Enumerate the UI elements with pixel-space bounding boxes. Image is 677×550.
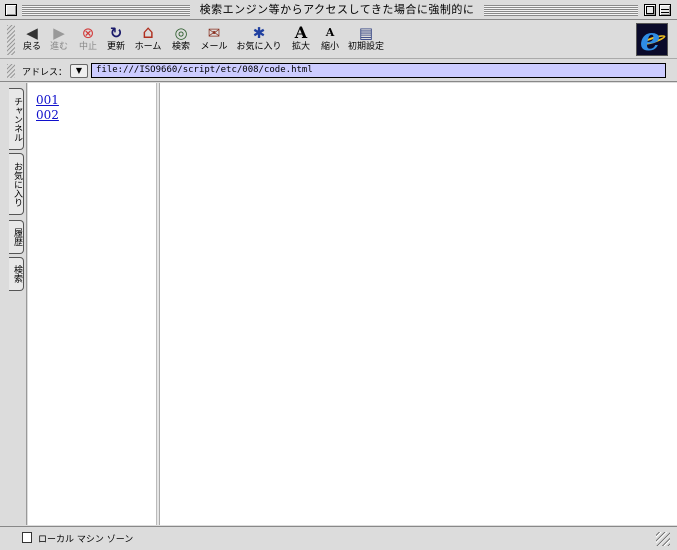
window-title: 検索エンジン等からアクセスしてきた場合に強制的に (199, 3, 475, 16)
zone-icon (22, 532, 32, 543)
collapse-box[interactable] (659, 4, 671, 16)
back-arrow-icon: ◀ (26, 24, 38, 42)
tab-search[interactable]: 検索 (9, 257, 24, 291)
chevron-down-icon: ▼ (75, 66, 83, 75)
tab-history[interactable]: 履歴 (9, 220, 24, 254)
tab-favorites[interactable]: お気に入り (9, 153, 24, 215)
status-bar: ローカル マシン ゾーン (0, 526, 677, 550)
title-bar[interactable]: 検索エンジン等からアクセスしてきた場合に強制的に (0, 0, 677, 20)
refresh-icon: ↻ (109, 24, 123, 42)
left-frame: 001 002 (28, 83, 157, 525)
preferences-button[interactable]: ▤ 初期設定 (346, 23, 386, 57)
ie-e-icon: e (640, 20, 661, 58)
preferences-icon: ▤ (358, 24, 374, 42)
title-stripes-left (22, 5, 190, 16)
mail-icon: ✉ (207, 24, 221, 42)
text-larger-icon: A (294, 23, 308, 42)
address-input[interactable]: file:///ISO9660/script/etc/008/code.html (91, 63, 666, 78)
mail-button[interactable]: ✉ メール (198, 23, 230, 57)
text-larger-button[interactable]: A 拡大 (288, 23, 314, 57)
search-button[interactable]: ◎ 検索 (168, 23, 194, 57)
stop-icon: ⊗ (81, 24, 95, 42)
right-frame (160, 83, 677, 525)
home-icon: ⌂ (142, 22, 154, 43)
back-button[interactable]: ◀ 戻る (20, 23, 44, 57)
tab-channels[interactable]: チャンネル (9, 88, 24, 150)
forward-button[interactable]: ▶ 進む (47, 23, 71, 57)
forward-arrow-icon: ▶ (53, 24, 65, 42)
favorites-button[interactable]: ✱ お気に入り (234, 23, 284, 57)
link-001[interactable]: 001 (36, 93, 59, 108)
resize-grip-icon[interactable] (656, 532, 670, 546)
favorites-icon: ✱ (252, 24, 266, 42)
security-zone-text: ローカル マシン ゾーン (38, 535, 134, 545)
explorer-bar-tabs: チャンネル お気に入り 履歴 検索 (0, 83, 27, 525)
text-smaller-button[interactable]: A 縮小 (317, 23, 343, 57)
link-002[interactable]: 002 (36, 108, 59, 123)
toolbar: ◀ 戻る ▶ 進む ⊗ 中止 ↻ 更新 ⌂ ホーム ◎ 検索 ✉ メール ✱ お… (0, 21, 677, 59)
address-history-dropdown[interactable]: ▼ (70, 64, 88, 78)
zoom-box[interactable] (644, 4, 656, 16)
address-label: アドレス： (22, 68, 68, 78)
stop-button[interactable]: ⊗ 中止 (75, 23, 101, 57)
search-icon: ◎ (174, 24, 188, 42)
link-list: 001 002 (36, 93, 59, 123)
address-grip[interactable] (7, 64, 15, 78)
title-stripes-right (484, 5, 638, 16)
address-bar: アドレス： ▼ file:///ISO9660/script/etc/008/c… (0, 60, 677, 82)
close-box[interactable] (5, 4, 17, 16)
ie-logo[interactable]: e (636, 20, 668, 58)
home-button[interactable]: ⌂ ホーム (132, 23, 164, 57)
refresh-button[interactable]: ↻ 更新 (103, 23, 129, 57)
toolbar-grip[interactable] (7, 25, 15, 55)
text-smaller-icon: A (325, 26, 335, 39)
